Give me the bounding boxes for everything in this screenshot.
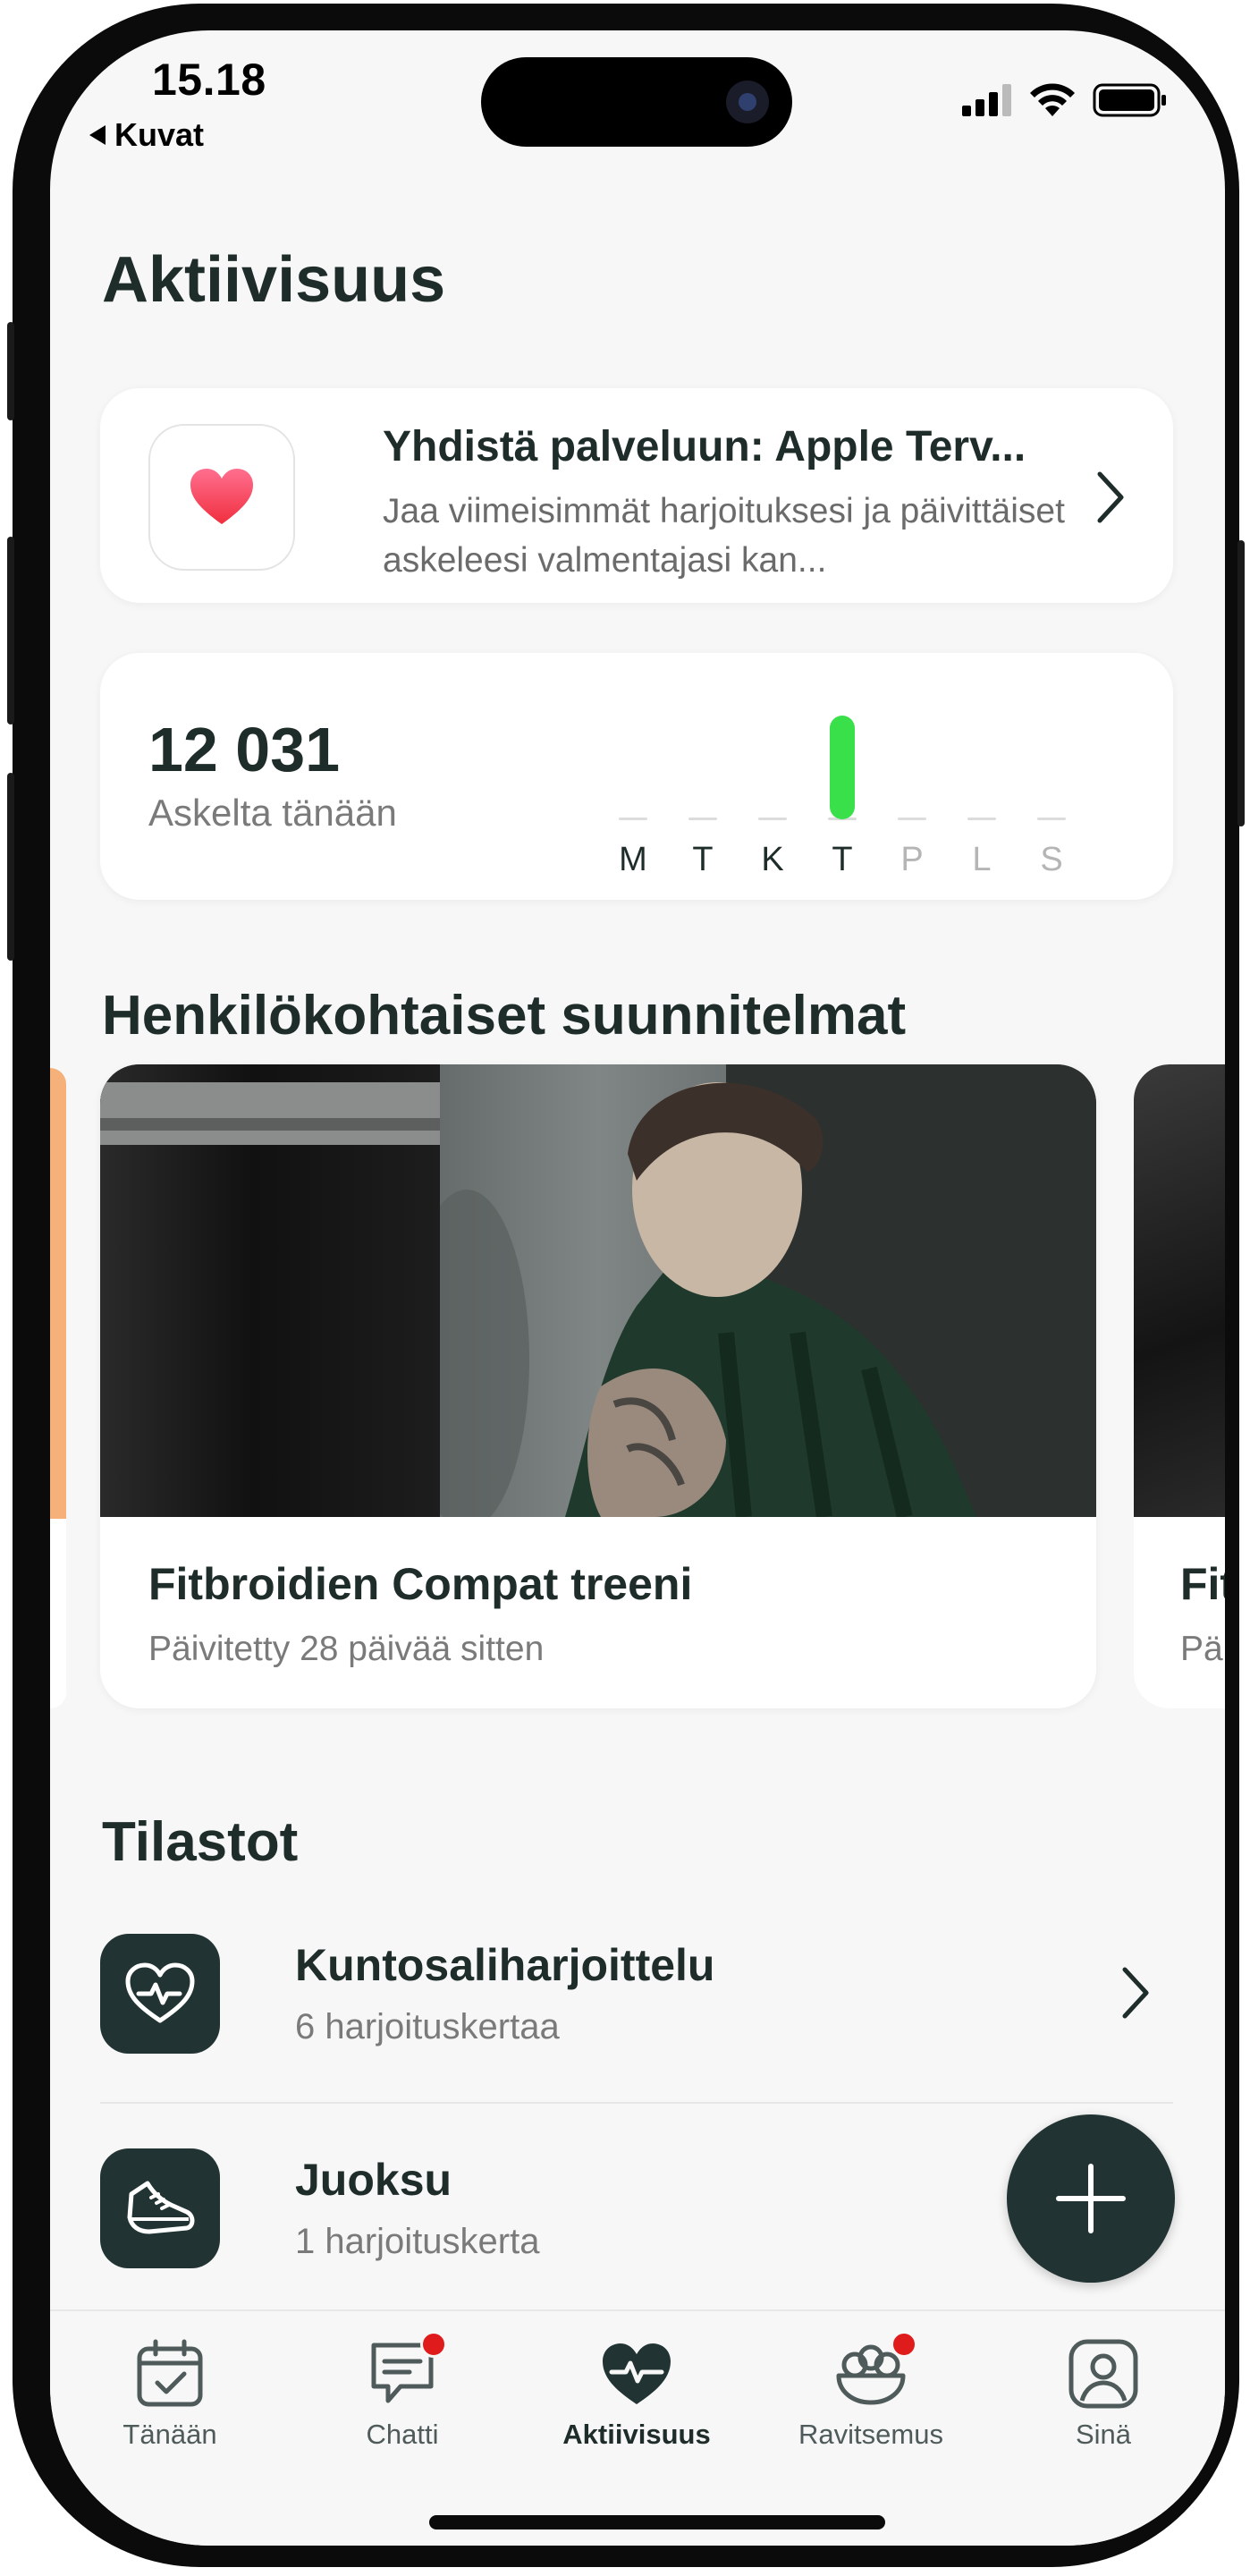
steps-value: 12 031 — [148, 715, 341, 784]
weekly-steps-chart: MTKTPLS — [619, 698, 1102, 878]
apple-health-description: Jaa viimeisimmät harjoituksesi ja päivit… — [383, 492, 1065, 580]
heart-pulse-icon — [100, 1934, 220, 2054]
stat-name: Kuntosaliharjoittelu — [295, 1940, 715, 1990]
plus-icon — [1056, 2164, 1126, 2233]
day-label: K — [761, 841, 784, 878]
apple-health-connect-card[interactable]: Yhdistä palveluun: Apple Terv... Jaa vii… — [100, 388, 1173, 603]
day-baseline — [1037, 818, 1066, 820]
back-label: Kuvat — [114, 116, 205, 153]
plan-image — [50, 1068, 66, 1519]
tab-today[interactable]: Tänään — [80, 2336, 259, 2451]
stat-name: Juoksu — [295, 2155, 452, 2205]
heart-pulse-icon — [599, 2336, 674, 2411]
power-button — [1237, 540, 1245, 826]
volume-up-button — [7, 537, 14, 724]
camera-icon — [726, 80, 769, 123]
day-baseline — [967, 818, 996, 820]
steps-label: Askelta tänään — [148, 792, 397, 834]
back-triangle-icon — [89, 125, 106, 145]
dynamic-island — [481, 57, 792, 147]
plan-updated: Päivitetty 28 päivää sitten — [148, 1630, 545, 1668]
day-baseline — [619, 818, 647, 820]
tab-chat[interactable]: Chatti — [313, 2331, 492, 2451]
day-steps-bar — [830, 716, 855, 819]
day-baseline — [758, 818, 787, 820]
status-icons — [962, 82, 1168, 118]
tab-label: Tänään — [122, 2419, 217, 2450]
home-indicator — [429, 2515, 885, 2529]
day-label: T — [832, 841, 853, 878]
user-icon — [1066, 2336, 1141, 2411]
previous-plan-card[interactable] — [50, 1068, 66, 1708]
running-shoe-icon — [100, 2148, 220, 2268]
plan-card[interactable]: Fitbroidien Compat treeni Päivitetty 28 … — [100, 1064, 1096, 1708]
stat-row-gym[interactable]: Kuntosaliharjoittelu 6 harjoituskertaa — [100, 1905, 1173, 2084]
day-baseline — [898, 818, 926, 820]
apple-health-title: Yhdistä palveluun: Apple Terv... — [383, 423, 1026, 470]
steps-card[interactable]: 12 031 Askelta tänään M T K T P L S — [100, 653, 1173, 900]
battery-icon — [1093, 83, 1166, 117]
day-label: P — [900, 841, 924, 878]
screen: 15.18 Kuvat Aktiivisuus Yhdistä palveluu… — [50, 30, 1225, 2546]
tab-nutrition[interactable]: Ravitsemus — [781, 2331, 960, 2451]
tab-label: Ravitsemus — [798, 2419, 943, 2450]
tab-activity[interactable]: Aktiivisuus — [547, 2336, 726, 2451]
plan-image — [1134, 1064, 1225, 1517]
apple-health-icon — [148, 424, 295, 571]
back-to-app-link[interactable]: Kuvat — [89, 116, 204, 154]
tab-label: Sinä — [1075, 2419, 1132, 2450]
cellular-signal-icon — [962, 84, 1011, 116]
plan-name: Fitbroidien Compat treeni — [148, 1559, 693, 1609]
wifi-icon — [1030, 83, 1075, 116]
phone-frame: 15.18 Kuvat Aktiivisuus Yhdistä palveluu… — [7, 4, 1245, 2567]
day-baseline — [688, 818, 717, 820]
notification-badge — [420, 2331, 447, 2358]
plan-name: Fit — [1180, 1559, 1225, 1609]
stat-count: 6 harjoituskertaa — [295, 2007, 560, 2046]
tab-label: Chatti — [366, 2419, 439, 2450]
divider — [100, 2102, 1173, 2104]
add-button[interactable] — [1007, 2114, 1175, 2283]
action-button — [7, 322, 14, 420]
chevron-right-icon — [1122, 1967, 1149, 2019]
day-label: M — [619, 841, 647, 878]
stats-section-title: Tilastot — [102, 1811, 299, 1873]
day-label: T — [692, 841, 714, 878]
stat-count: 1 harjoituskerta — [295, 2222, 540, 2261]
day-label: L — [972, 841, 992, 878]
notification-badge — [891, 2331, 917, 2358]
chevron-right-icon — [1097, 471, 1124, 523]
plan-updated: Pä — [1180, 1630, 1223, 1668]
plans-section-title: Henkilökohtaiset suunnitelmat — [102, 985, 907, 1046]
status-time: 15.18 — [152, 55, 266, 105]
page-title: Aktiivisuus — [102, 244, 446, 316]
salad-bowl-icon — [833, 2331, 917, 2411]
day-label: S — [1040, 841, 1063, 878]
chat-icon — [365, 2331, 447, 2411]
next-plan-card[interactable]: Fit Pä — [1134, 1064, 1225, 1708]
heart-icon — [190, 469, 253, 524]
calendar-check-icon — [132, 2336, 207, 2411]
volume-down-button — [7, 773, 14, 961]
tab-label: Aktiivisuus — [562, 2419, 711, 2450]
tab-bar: Tänään Chatti Aktiivisuus Ravitsemus Sin… — [50, 2309, 1225, 2546]
tab-profile[interactable]: Sinä — [1014, 2336, 1193, 2451]
plan-image — [100, 1064, 1096, 1517]
